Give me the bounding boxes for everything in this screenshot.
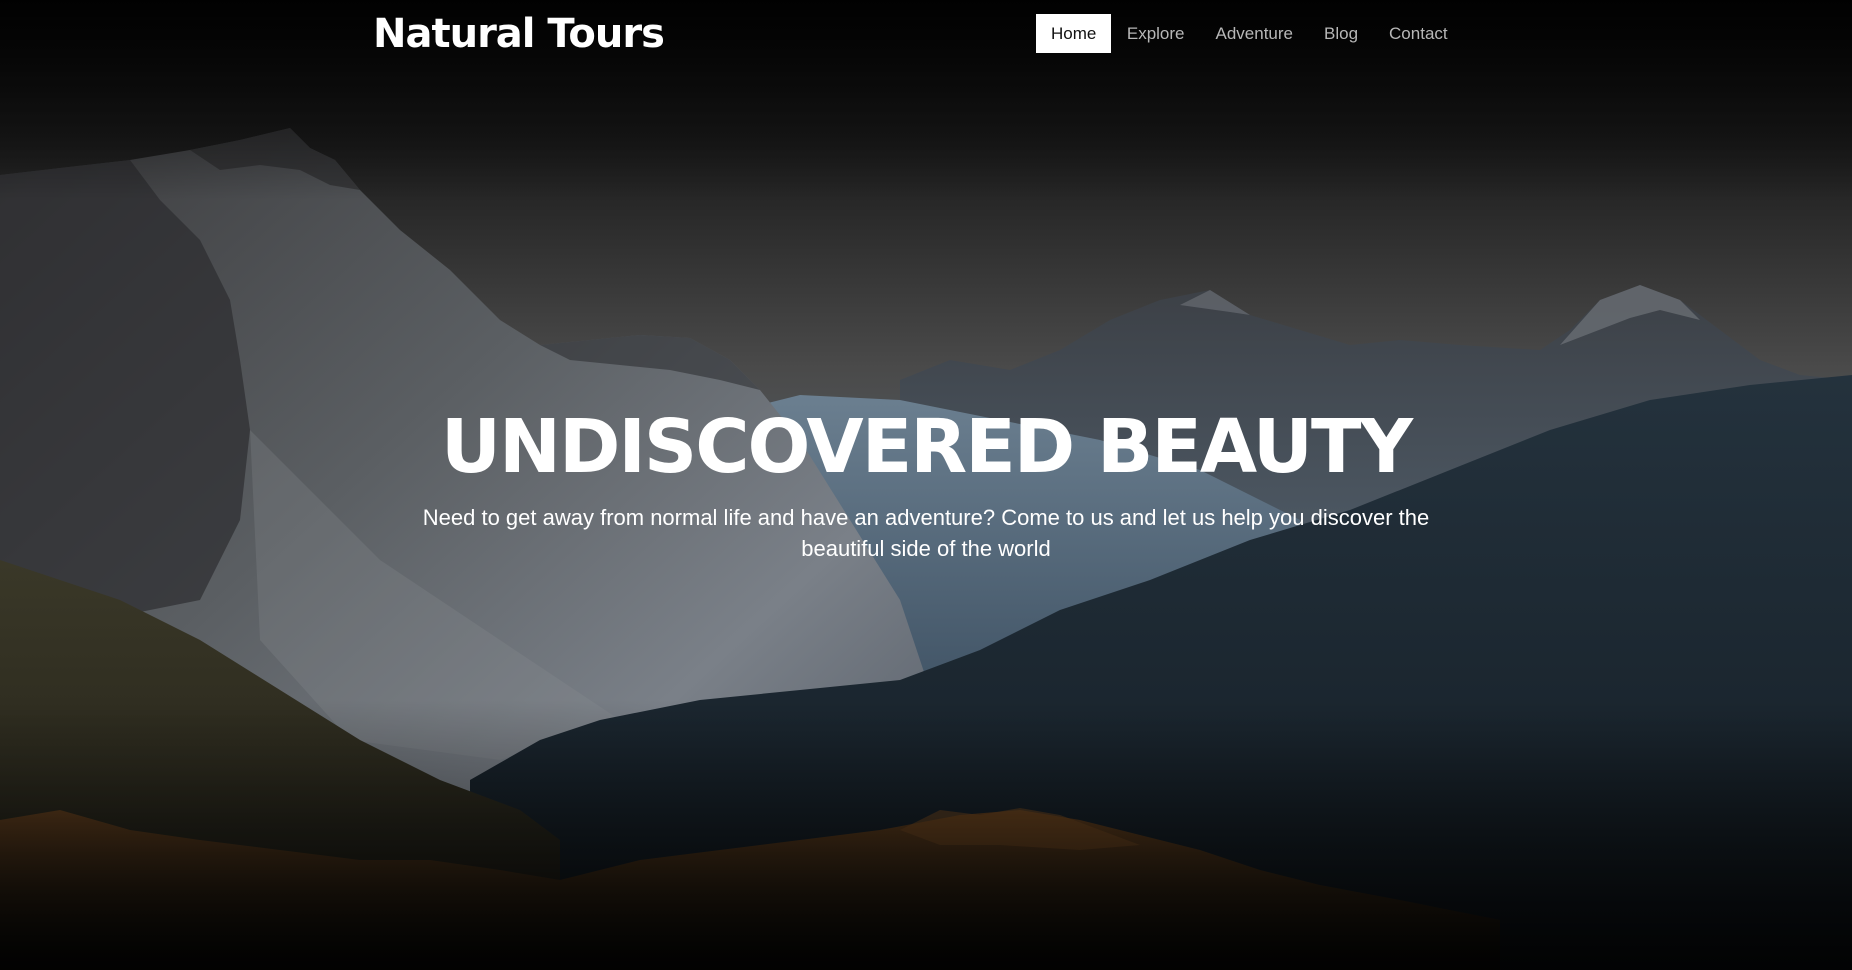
hero-section: Natural Tours Home Explore Adventure Blo… [0,0,1852,970]
nav-item-adventure: Adventure [1200,14,1309,53]
nav-link-blog[interactable]: Blog [1309,14,1374,53]
nav-link-adventure[interactable]: Adventure [1200,14,1309,53]
nav-link-explore[interactable]: Explore [1111,14,1200,53]
hero-title: UNDISCOVERED BEAUTY [440,404,1413,490]
brand-logo[interactable]: Natural Tours [373,9,665,59]
nav-link-home[interactable]: Home [1036,14,1112,53]
nav-link-contact[interactable]: Contact [1374,14,1464,53]
nav-item-explore: Explore [1111,14,1200,53]
navbar: Natural Tours Home Explore Adventure Blo… [0,0,1852,70]
nav-item-blog: Blog [1309,14,1374,53]
hero-subtitle: Need to get away from normal life and ha… [422,505,1430,561]
hero-content: UNDISCOVERED BEAUTY Need to get away fro… [376,400,1476,564]
nav-item-home: Home [1036,14,1112,53]
nav-item-contact: Contact [1374,14,1464,53]
nav-menu: Home Explore Adventure Blog Contact [1036,14,1463,53]
